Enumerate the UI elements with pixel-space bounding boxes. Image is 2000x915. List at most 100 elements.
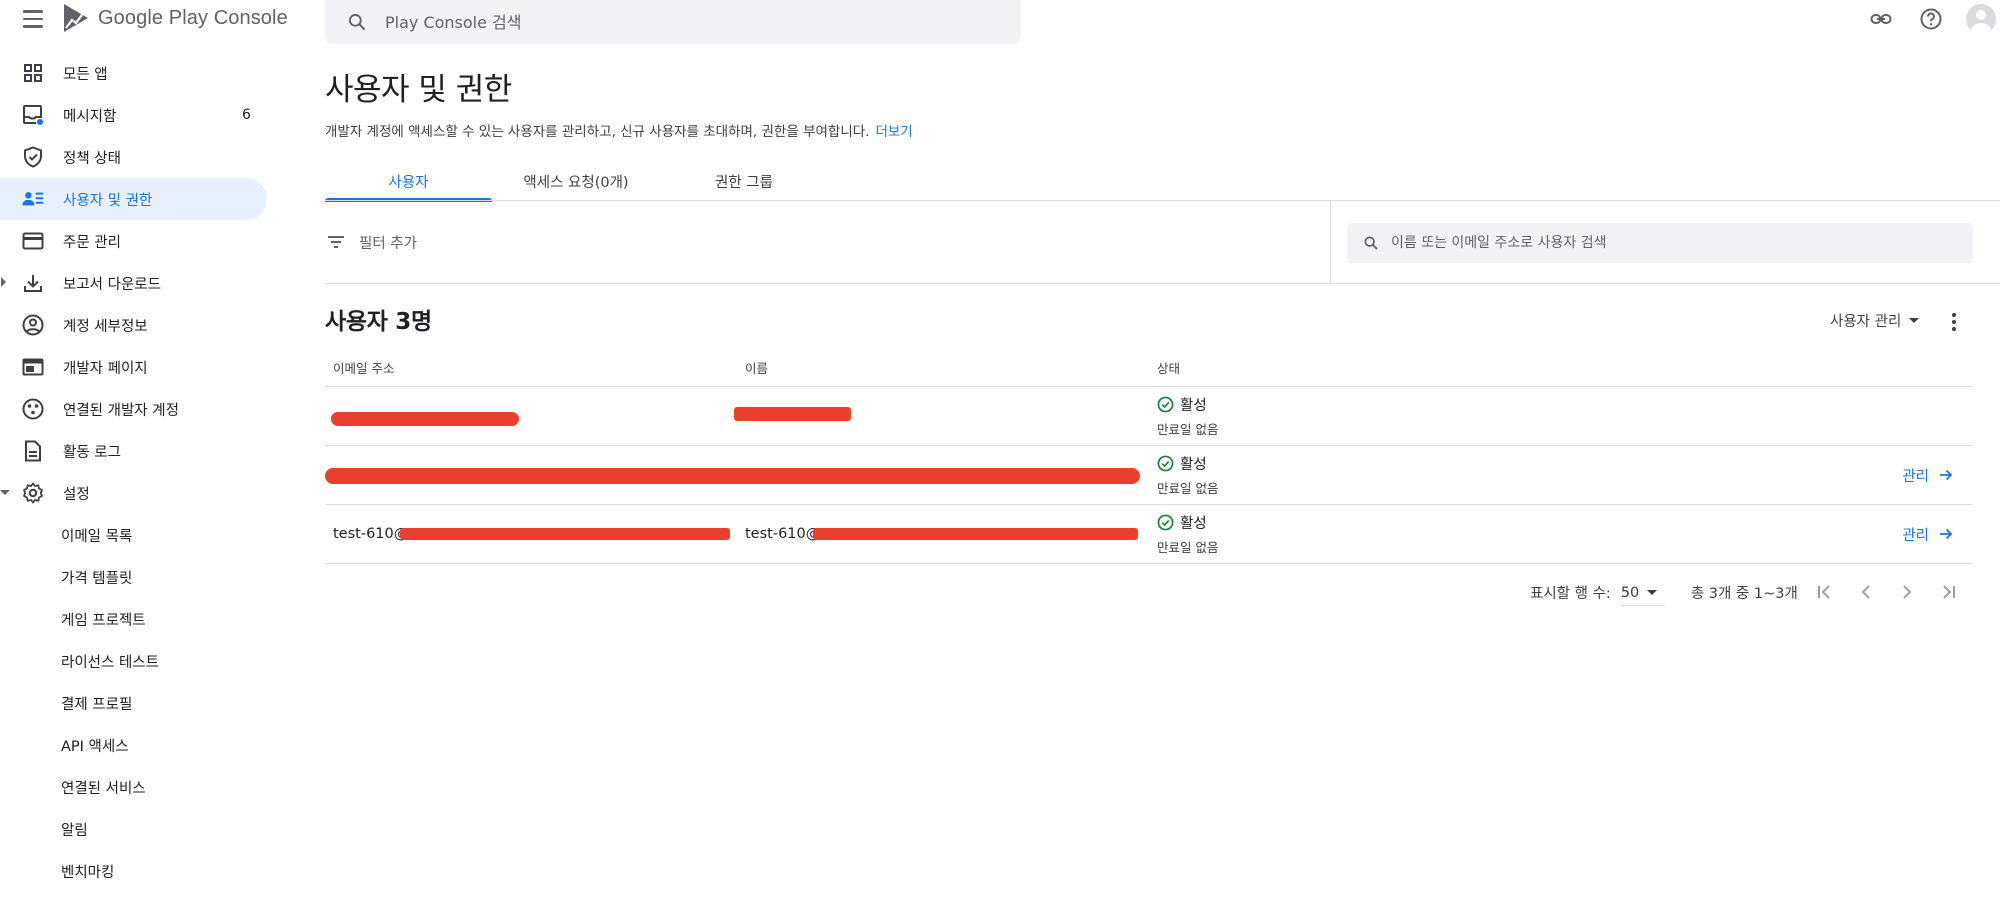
- header-status[interactable]: 상태: [1149, 358, 1749, 377]
- menu-bar: [23, 17, 43, 21]
- first-page-icon[interactable]: [1811, 578, 1839, 606]
- next-page-icon[interactable]: [1893, 578, 1921, 606]
- filter-bottom-divider: [325, 283, 2000, 284]
- add-filter-button[interactable]: 필터 추가: [327, 232, 417, 253]
- check-circle-icon: [1157, 514, 1174, 531]
- search-icon: [1364, 236, 1378, 250]
- redaction-mark: [325, 468, 1140, 484]
- previous-page-icon[interactable]: [1852, 578, 1880, 606]
- sidebar-item-account-details[interactable]: 계정 세부정보: [0, 304, 267, 346]
- more-options-icon[interactable]: [1942, 308, 1966, 336]
- sidebar-item-label: 설정: [63, 486, 90, 503]
- user-status-cell: 활성 만료일 없음: [1149, 512, 1749, 556]
- users-count-title: 사용자 3명: [325, 309, 432, 335]
- shield-icon: [22, 146, 44, 168]
- manage-label: 관리: [1902, 527, 1929, 544]
- table-row[interactable]: test-610@ test-610@ 활성 만료일 없음 관리: [325, 505, 1973, 564]
- manage-user-button[interactable]: 관리: [1902, 465, 1953, 486]
- play-console-logo[interactable]: Google Play Console: [62, 0, 288, 36]
- sidebar-item-inbox[interactable]: 메시지함 6: [0, 94, 267, 136]
- sidebar-item-linked-developer-accounts[interactable]: 연결된 개발자 계정: [0, 388, 267, 430]
- sidebar-item-policy-status[interactable]: 정책 상태: [0, 136, 267, 178]
- linked-accounts-icon: [22, 398, 44, 420]
- sidebar-item-label: 사용자 및 권한: [63, 192, 153, 209]
- credit-card-icon: [22, 230, 44, 252]
- sidebar-subitem-game-projects[interactable]: 게임 프로젝트: [0, 598, 270, 640]
- sidebar-subitem-api-access[interactable]: API 액세스: [0, 724, 270, 766]
- inbox-count-badge: 6: [242, 107, 251, 123]
- action-cell: 관리: [1749, 524, 1973, 545]
- sidebar-item-order-management[interactable]: 주문 관리: [0, 220, 267, 262]
- user-search-input[interactable]: [1391, 235, 1951, 251]
- user-status-cell: 활성 만료일 없음: [1149, 394, 1749, 438]
- last-page-icon[interactable]: [1934, 578, 1962, 606]
- menu-bar: [23, 10, 43, 13]
- add-filter-label: 필터 추가: [359, 235, 417, 252]
- sidebar-item-download-reports[interactable]: 보고서 다운로드: [0, 262, 267, 304]
- sidebar-item-label: 모든 앱: [63, 66, 108, 83]
- table-header: 이메일 주소 이름 상태: [325, 349, 1973, 387]
- sidebar-subitem-notifications[interactable]: 알림: [0, 808, 270, 850]
- global-search[interactable]: [325, 0, 1021, 44]
- filter-divider: [1330, 201, 1331, 283]
- sidebar-item-activity-log[interactable]: 활동 로그: [0, 430, 267, 472]
- sidebar-subitem-linked-services[interactable]: 연결된 서비스: [0, 766, 270, 808]
- expiry-label: 만료일 없음: [1157, 422, 1219, 437]
- tab-users[interactable]: 사용자: [325, 162, 492, 202]
- table-row[interactable]: 활성 만료일 없음: [325, 387, 1973, 446]
- sidebar-item-label: 개발자 페이지: [63, 360, 148, 377]
- rows-per-page-label: 표시할 행 수:: [1530, 585, 1611, 602]
- sidebar-item-users-permissions[interactable]: 사용자 및 권한: [0, 178, 267, 220]
- manage-users-dropdown[interactable]: 사용자 관리: [1830, 310, 1920, 331]
- grid-icon: [22, 62, 44, 84]
- sidebar-subitem-email-lists[interactable]: 이메일 목록: [0, 514, 270, 556]
- sidebar-item-label: 활동 로그: [63, 444, 121, 461]
- sidebar-subitem-benchmarking[interactable]: 벤치마킹: [0, 850, 270, 892]
- arrow-right-icon: [1940, 469, 1953, 481]
- action-cell: 관리: [1749, 465, 1973, 486]
- page-description-text: 개발자 계정에 액세스할 수 있는 사용자를 관리하고, 신규 사용자를 초대하…: [325, 124, 870, 140]
- users-table: 이메일 주소 이름 상태 활성 만료일 없음 활성 만료일 없음 관리 test…: [325, 349, 1973, 564]
- sidebar-subitem-license-testing[interactable]: 라이선스 테스트: [0, 640, 270, 682]
- top-right-actions: [1866, 4, 2000, 34]
- learn-more-link[interactable]: 더보기: [875, 124, 912, 140]
- manage-users-label: 사용자 관리: [1830, 314, 1902, 330]
- expand-arrow-icon[interactable]: [1, 277, 6, 287]
- help-icon[interactable]: [1916, 4, 1946, 34]
- user-status-cell: 활성 만료일 없음: [1149, 453, 1749, 497]
- collapse-arrow-icon[interactable]: [0, 490, 10, 495]
- sidebar-item-developer-page[interactable]: 개발자 페이지: [0, 346, 267, 388]
- page-description: 개발자 계정에 액세스할 수 있는 사용자를 관리하고, 신규 사용자를 초대하…: [325, 120, 913, 140]
- pagination-range: 총 3개 중 1~3개: [1690, 585, 1798, 602]
- tab-permission-groups[interactable]: 권한 그룹: [660, 162, 828, 200]
- sidebar-subitem-pricing-templates[interactable]: 가격 템플릿: [0, 556, 270, 598]
- table-row[interactable]: 활성 만료일 없음 관리: [325, 446, 1973, 505]
- status-label: 활성: [1180, 398, 1207, 414]
- more-dot: [1952, 320, 1956, 324]
- page-title: 사용자 및 권한: [325, 72, 512, 108]
- user-search[interactable]: [1347, 223, 1973, 263]
- header-email[interactable]: 이메일 주소: [325, 358, 737, 377]
- sidebar-item-label: 메시지함: [63, 108, 117, 125]
- menu-button[interactable]: [18, 4, 48, 34]
- status-label: 활성: [1180, 516, 1207, 532]
- link-icon[interactable]: [1866, 4, 1896, 34]
- rows-per-page-select[interactable]: 50: [1620, 585, 1665, 606]
- sidebar-subitem-payments-profile[interactable]: 결제 프로필: [0, 682, 270, 724]
- global-search-input[interactable]: [385, 12, 945, 32]
- dropdown-arrow-icon: [1909, 318, 1920, 323]
- sidebar-item-all-apps[interactable]: 모든 앱: [0, 52, 267, 94]
- dropdown-arrow-icon: [1647, 590, 1658, 595]
- redaction-mark: [331, 412, 519, 426]
- manage-user-button[interactable]: 관리: [1902, 524, 1953, 545]
- arrow-right-icon: [1940, 528, 1953, 540]
- sidebar-nav: 모든 앱 메시지함 6 정책 상태 사용자 및 권한 주문 관리 보고서 다운로…: [0, 52, 270, 892]
- tab-access-requests[interactable]: 액세스 요청(0개): [492, 162, 660, 200]
- header-name[interactable]: 이름: [737, 358, 1149, 377]
- expiry-label: 만료일 없음: [1157, 481, 1219, 496]
- sidebar-item-settings[interactable]: 설정: [0, 472, 267, 514]
- sidebar-item-label: 연결된 개발자 계정: [63, 402, 179, 419]
- download-icon: [22, 272, 44, 294]
- manage-accounts-icon: [22, 188, 44, 210]
- avatar[interactable]: [1966, 4, 1996, 34]
